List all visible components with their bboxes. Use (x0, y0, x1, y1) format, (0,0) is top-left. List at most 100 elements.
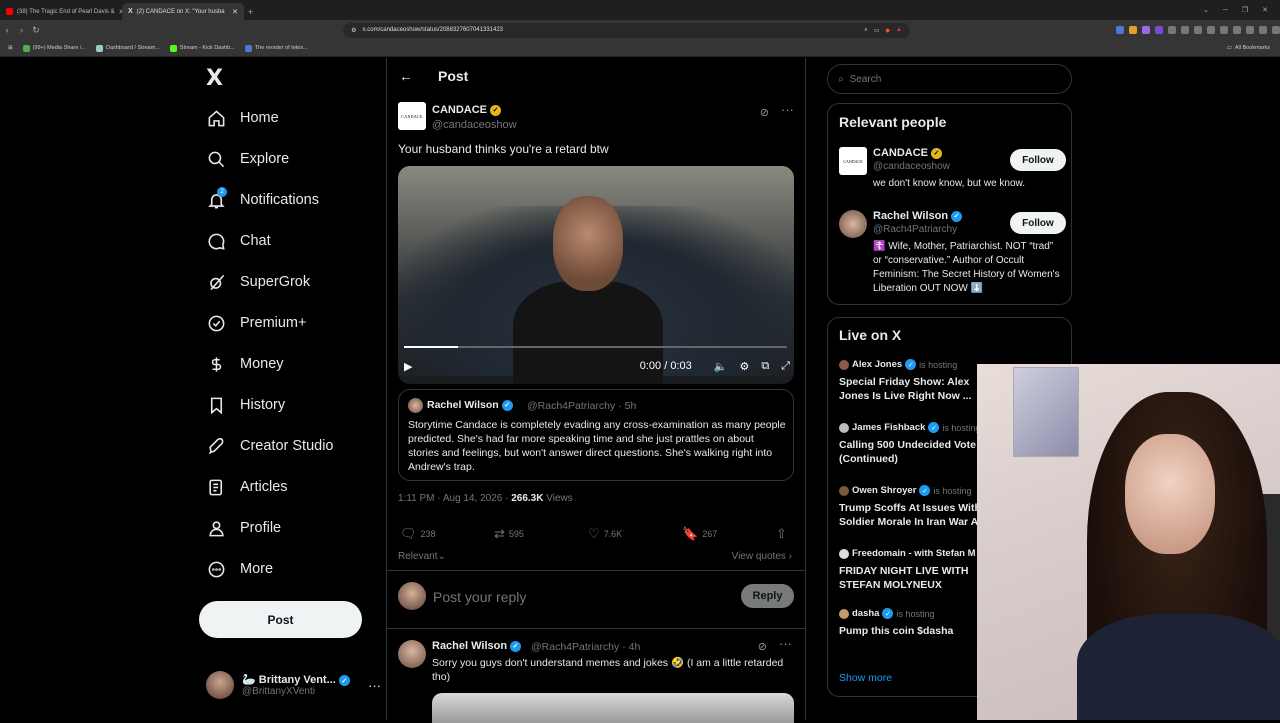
view-quotes-link[interactable]: View quotes › (732, 551, 792, 562)
reply-post[interactable]: Rachel Wilson ✓ @Rach4Patriarchy · 4h ⊘ ·… (398, 636, 794, 723)
author-name[interactable]: CANDACE ✓ (432, 104, 501, 116)
reload-icon[interactable]: ↻ (29, 25, 43, 36)
avatar[interactable]: CANDACE (398, 102, 426, 130)
search-input[interactable]: ⌕ Search (827, 64, 1072, 94)
nav-more[interactable]: More (206, 554, 273, 584)
menu-icon[interactable] (1271, 26, 1280, 34)
extension-icon[interactable] (1128, 26, 1137, 34)
bookmark-item[interactable]: Dashboard / Stream... (95, 44, 160, 52)
left-sidebar: X Home Explore 2 Notifications Chat Supe… (198, 58, 383, 720)
all-bookmarks[interactable]: ▭ All Bookmarks (1227, 45, 1280, 51)
extension-icon[interactable] (1193, 26, 1202, 34)
sidebar-icon[interactable] (1219, 26, 1228, 34)
show-more-link[interactable]: Show more (839, 672, 892, 684)
bookmark-item[interactable]: The reorder of tetes... (244, 44, 308, 52)
extension-icon[interactable] (1180, 26, 1189, 34)
avatar[interactable] (398, 640, 426, 668)
pip-icon[interactable]: ⧉ (761, 360, 769, 373)
close-tab-icon[interactable]: ✕ (232, 8, 238, 16)
fullscreen-icon[interactable]: ⤢ (781, 360, 790, 373)
reply-media[interactable] (432, 693, 794, 723)
brave-rewards-icon[interactable]: ▲ (896, 27, 902, 34)
post-text: Your husband thinks you're a retard btw (398, 142, 609, 156)
nav-home[interactable]: Home (206, 103, 279, 133)
more-icon (206, 559, 226, 579)
follow-button[interactable]: Follow (1010, 149, 1066, 171)
bookmark-item[interactable]: Stream - Kick Dashb... (169, 44, 235, 52)
reply-button[interactable]: Reply (741, 584, 794, 608)
reply-button[interactable]: 🗨 238 (400, 526, 436, 542)
bookmark-label: Dashboard / Stream... (105, 45, 160, 51)
extension-icon[interactable] (1115, 26, 1124, 34)
video-player[interactable]: ▶ 0:00 / 0:03 🔈 ⚙ ⧉ ⤢ (398, 166, 794, 384)
account-switcher[interactable]: 🦢 Brittany Vent... ✓ @BrittanyXVenti ··· (206, 671, 381, 699)
chevron-right-icon: › (788, 551, 792, 562)
reply-handle: @Rach4Patriarchy · 4h (531, 641, 641, 653)
video-progress-bar[interactable] (404, 346, 787, 348)
bookmark-button[interactable]: 🔖 267 (682, 526, 717, 542)
close-window-icon[interactable]: ✕ (1262, 6, 1268, 14)
nav-profile[interactable]: Profile (206, 513, 281, 543)
nav-chat[interactable]: Chat (206, 226, 271, 256)
nav-premium[interactable]: Premium+ (206, 308, 306, 338)
nav-supergrok[interactable]: SuperGrok (206, 267, 310, 297)
heart-icon: ♡ (588, 526, 600, 541)
avatar (206, 671, 234, 699)
extension-icon[interactable] (1206, 26, 1215, 34)
nav-history[interactable]: History (206, 390, 285, 420)
reply-sort-dropdown[interactable]: Relevant⌄ (398, 551, 446, 562)
extension-icon[interactable] (1141, 26, 1150, 34)
address-bar[interactable]: ⚙ x.com/candaceoshow/status/208832760704… (343, 22, 910, 38)
extension-icon[interactable] (1167, 26, 1176, 34)
forward-icon[interactable]: › (14, 25, 28, 35)
profile-icon[interactable] (1258, 26, 1267, 34)
site-info-icon[interactable]: ⚙ (351, 27, 356, 34)
play-icon[interactable]: ▶ (404, 360, 412, 373)
volume-icon[interactable]: 🔈 (714, 360, 728, 373)
avatar (839, 422, 849, 433)
post-button[interactable]: Post (199, 601, 362, 638)
follow-button[interactable]: Follow (1010, 212, 1066, 234)
restore-icon[interactable]: ❐ (1242, 6, 1248, 14)
person-name: CANDACE ✓ (873, 147, 942, 159)
new-tab-button[interactable]: + (248, 3, 253, 20)
apps-icon[interactable]: ⊞ (8, 45, 13, 51)
like-button[interactable]: ♡ 7.6K (588, 526, 622, 542)
live-status: is hosting (919, 359, 958, 370)
more-dots-icon[interactable]: ··· (781, 102, 794, 117)
browser-tab-x[interactable]: X (2) CANDACE on X: "Your husba ✕ (122, 3, 244, 20)
extension-icon[interactable] (1232, 26, 1241, 34)
nav-notifications[interactable]: 2 Notifications (206, 185, 319, 215)
author-handle[interactable]: @candaceoshow (432, 119, 517, 131)
tab-list-icon[interactable]: ⌄ (1203, 6, 1209, 14)
back-icon[interactable]: ‹ (0, 25, 14, 35)
settings-icon[interactable]: ⚙ (739, 360, 749, 373)
grok-icon[interactable]: ⊘ (760, 106, 769, 119)
nav-money[interactable]: Money (206, 349, 284, 379)
extension-icons (1115, 26, 1280, 34)
extension-icon[interactable] (1154, 26, 1163, 34)
nav-creator-studio[interactable]: Creator Studio (206, 431, 334, 461)
more-dots-icon[interactable]: ··· (779, 636, 792, 651)
nav-articles[interactable]: Articles (206, 472, 288, 502)
brave-shield-icon[interactable]: ◆ (885, 27, 890, 34)
quoted-post[interactable]: Rachel Wilson ✓ @Rach4Patriarchy · 5h Sto… (398, 389, 794, 481)
reply-author-name[interactable]: Rachel Wilson ✓ (432, 640, 522, 652)
share-button[interactable]: ⇧ (776, 526, 787, 542)
grok-icon[interactable]: ⊘ (758, 640, 767, 653)
post-timestamp[interactable]: 1:11 PM · Aug 14, 2026 · (398, 493, 511, 504)
bookmark-item[interactable]: (99+) Media Share /... (22, 44, 86, 52)
x-logo-icon[interactable]: X (206, 66, 223, 91)
repost-button[interactable]: ⇄ 595 (494, 526, 524, 542)
home-icon (206, 108, 226, 128)
cast-icon[interactable]: ▭ (874, 27, 880, 34)
browser-tab-youtube[interactable]: (38) The Tragic End of Pearl Davis & ✕ (0, 3, 122, 20)
wallet-icon[interactable] (1245, 26, 1254, 34)
more-dots-icon[interactable]: ··· (368, 678, 381, 693)
live-host: dasha (852, 608, 880, 619)
back-arrow-icon[interactable]: ← (399, 68, 413, 84)
minimize-icon[interactable]: ─ (1223, 7, 1228, 14)
nav-explore[interactable]: Explore (206, 144, 289, 174)
zoom-icon[interactable]: ⌕ (864, 27, 867, 34)
reply-input[interactable]: Post your reply (433, 589, 526, 605)
